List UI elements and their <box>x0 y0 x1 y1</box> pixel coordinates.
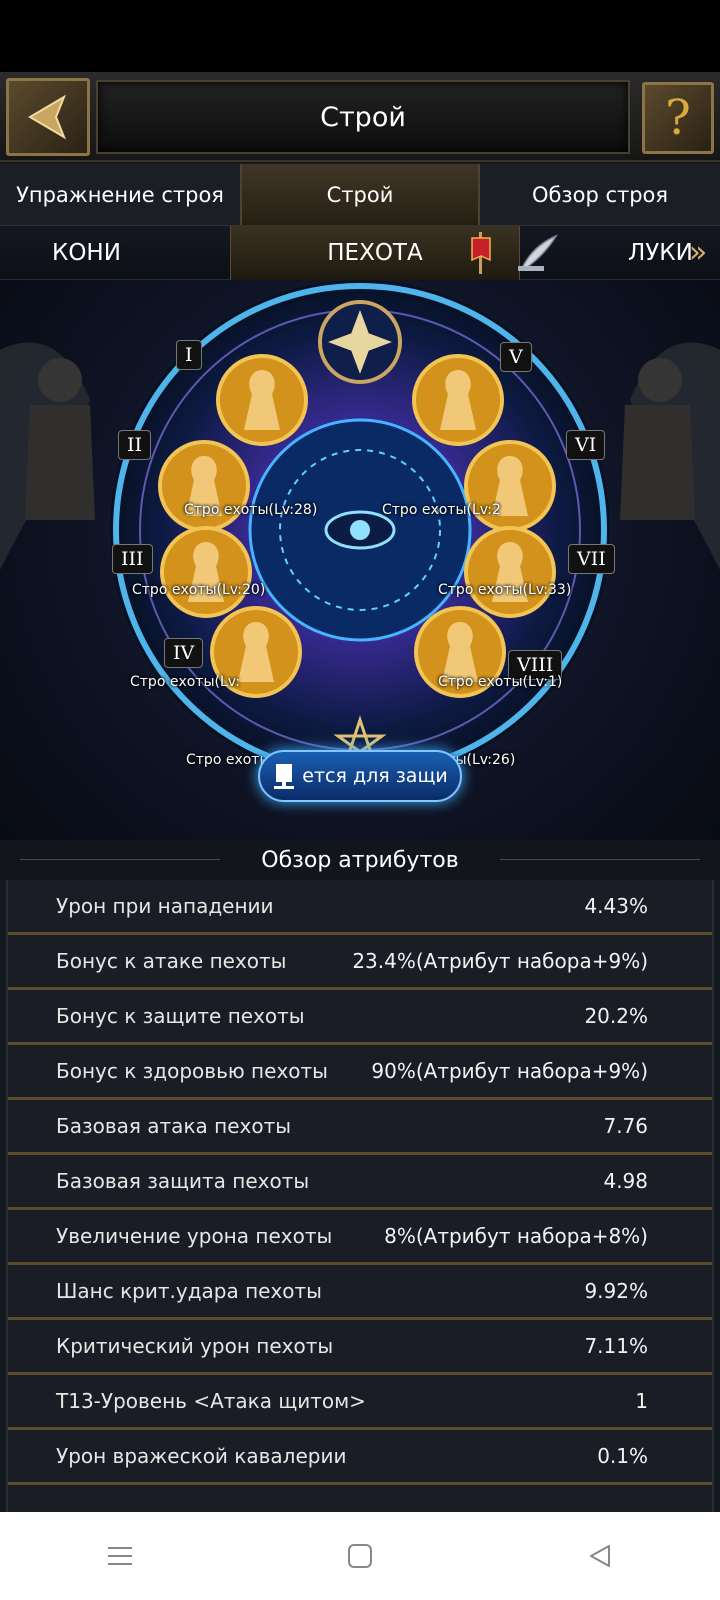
attribute-row: Бонус к здоровью пехоты 90%(Атрибут набо… <box>8 1045 712 1100</box>
chevron-right-icon[interactable]: » <box>682 236 714 270</box>
back-triangle-icon <box>590 1545 610 1567</box>
attribute-label: Урон вражеской кавалерии <box>56 1444 347 1468</box>
attribute-value: 20.2% <box>584 1004 648 1028</box>
defense-button[interactable]: ется для защи <box>258 750 462 802</box>
status-bar <box>0 0 720 72</box>
attribute-label: Базовая атака пехоты <box>56 1114 292 1138</box>
slot-caption-7: Стро ехоты(Lv:1) <box>438 674 563 690</box>
attribute-label: T13-Уровень <Атака щитом> <box>56 1389 366 1413</box>
troop-selector: КОНИ ПЕХОТА ЛУКИ » <box>0 226 720 280</box>
slot-caption-6: Стро ехоты(Lv:33) <box>438 582 572 598</box>
attribute-row: Увеличение урона пехоты 8%(Атрибут набор… <box>8 1210 712 1265</box>
attribute-label: Увеличение урона пехоты <box>56 1224 333 1248</box>
question-mark-icon: ? <box>665 90 691 146</box>
troop-slot-6[interactable] <box>462 438 558 534</box>
attribute-value: 7.11% <box>584 1334 648 1358</box>
slot-caption-1: Стро ехоты(Lv:28) <box>184 502 318 518</box>
attribute-value: 1 <box>635 1389 648 1413</box>
attribute-row: Базовая защита пехоты 4.98 <box>8 1155 712 1210</box>
formation-wheel: I II III IV V VI VII VIII Стро ехоты(Lv:… <box>0 280 720 840</box>
attribute-label: Бонус к защите пехоты <box>56 1004 305 1028</box>
attribute-value: 8%(Атрибут набора+8%) <box>384 1224 648 1248</box>
attribute-value: 0.1% <box>597 1444 648 1468</box>
quill-icon[interactable] <box>516 232 560 274</box>
attribute-value: 9.92% <box>584 1279 648 1303</box>
attribute-row: Критический урон пехоты 7.11% <box>8 1320 712 1375</box>
attribute-value: 4.98 <box>603 1169 648 1193</box>
attribute-value: 4.43% <box>584 894 648 918</box>
attribute-label: Бонус к атаке пехоты <box>56 949 287 973</box>
attribute-list[interactable]: Урон при нападении 4.43% Бонус к атаке п… <box>6 880 714 1512</box>
attribute-row: Урон при нападении 4.43% <box>8 880 712 935</box>
help-button[interactable]: ? <box>642 82 714 154</box>
tower-icon <box>274 764 295 789</box>
back-button[interactable] <box>6 78 90 156</box>
attribute-row: T13-Уровень <Атака щитом> 1 <box>8 1375 712 1430</box>
attribute-row: Бонус к атаке пехоты 23.4%(Атрибут набор… <box>8 935 712 990</box>
attribute-label: Критический урон пехоты <box>56 1334 334 1358</box>
slot-number-2: II <box>118 430 152 460</box>
overview-heading: Обзор атрибутов <box>261 847 459 873</box>
slot-caption-3: Стро ехоты(Lv: <box>130 674 241 690</box>
tab-formation-overview[interactable]: Обзор строя <box>480 164 720 225</box>
attribute-label: Базовая защита пехоты <box>56 1169 310 1193</box>
attribute-label: Бонус к здоровью пехоты <box>56 1059 328 1083</box>
tab-bar: Упражнение строя Строй Обзор строя <box>0 164 720 226</box>
title-frame: Строй <box>96 80 630 154</box>
recent-apps-button[interactable] <box>90 1526 150 1586</box>
attribute-value: 23.4%(Атрибут набора+9%) <box>352 949 648 973</box>
home-button[interactable] <box>330 1526 390 1586</box>
attribute-row: Бонус к защите пехоты 20.2% <box>8 990 712 1045</box>
attribute-value: 90%(Атрибут набора+9%) <box>371 1059 648 1083</box>
attributes-overview-title: Обзор атрибутов <box>0 840 720 880</box>
attribute-row: Шанс крит.удара пехоты 9.92% <box>8 1265 712 1320</box>
attribute-label: Шанс крит.удара пехоты <box>56 1279 322 1303</box>
slot-caption-2: Стро ехоты(Lv:20) <box>132 582 266 598</box>
slot-number-6: VI <box>566 430 606 460</box>
troop-slot-1[interactable] <box>214 352 310 448</box>
tab-formation[interactable]: Строй <box>240 164 480 225</box>
attribute-row: Базовая атака пехоты 7.76 <box>8 1100 712 1155</box>
slot-number-4: IV <box>164 638 204 668</box>
red-banner-icon <box>471 232 491 274</box>
back-arrow-icon <box>28 94 67 140</box>
page-title: Строй <box>320 101 406 133</box>
troop-cavalry[interactable]: КОНИ <box>52 226 121 280</box>
back-nav-button[interactable] <box>570 1526 630 1586</box>
slot-number-3: III <box>112 544 153 574</box>
attribute-row: Урон вражеской кавалерии 0.1% <box>8 1430 712 1485</box>
menu-icon <box>108 1547 132 1565</box>
defense-button-label: ется для защи <box>302 765 448 787</box>
system-navigation-bar <box>0 1512 720 1600</box>
attribute-value: 7.76 <box>603 1114 648 1138</box>
attribute-label: Урон при нападении <box>56 894 274 918</box>
slot-number-7: VII <box>568 544 615 574</box>
slot-number-1: I <box>176 340 202 370</box>
home-square-icon <box>348 1544 372 1568</box>
tab-formation-exercise[interactable]: Упражнение строя <box>0 164 240 225</box>
troop-slot-2[interactable] <box>156 438 252 534</box>
formation-screen: Строй ? Упражнение строя Строй Обзор стр… <box>0 72 720 1512</box>
slot-caption-5: Стро ехоты(Lv:2 <box>382 502 501 518</box>
header: Строй ? <box>0 72 720 162</box>
troop-slot-5[interactable] <box>410 352 506 448</box>
